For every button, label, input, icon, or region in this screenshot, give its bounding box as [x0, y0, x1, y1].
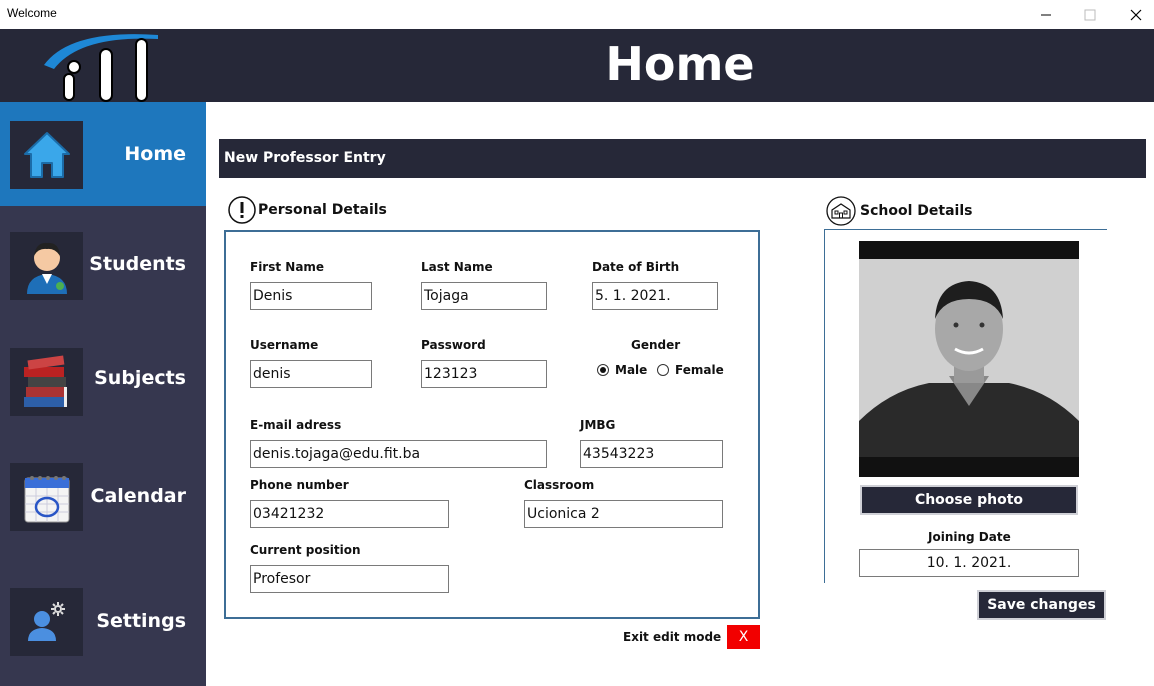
radio-selected-icon [597, 364, 609, 376]
close-icon [1130, 9, 1142, 20]
choose-photo-button[interactable]: Choose photo [860, 485, 1078, 515]
email-field[interactable]: denis.tojaga@edu.fit.ba [250, 440, 547, 468]
calendar-icon [10, 463, 83, 531]
section-header: New Professor Entry [219, 139, 1146, 178]
school-details-header: School Details [824, 196, 972, 226]
info-exclamation-icon [228, 196, 256, 224]
sidebar-item-calendar[interactable]: Calendar [0, 444, 206, 548]
sidebar-item-students[interactable]: Students [0, 216, 206, 320]
page-title: Home [605, 37, 755, 91]
last-name-label: Last Name [421, 260, 493, 274]
date-of-birth-picker[interactable]: 5. 1. 2021. [592, 282, 718, 310]
first-name-label: First Name [250, 260, 325, 274]
email-label: E-mail adress [250, 418, 342, 432]
sidebar-item-label: Students [89, 253, 186, 275]
fit-logo [44, 34, 158, 102]
joining-date-picker[interactable]: 10. 1. 2021. [859, 549, 1079, 577]
close-button[interactable] [1113, 0, 1154, 29]
jmbg-label: JMBG [580, 418, 616, 432]
personal-details-header: Personal Details [226, 196, 387, 224]
sidebar-item-settings[interactable]: Settings [0, 570, 206, 674]
profile-photo [859, 241, 1079, 477]
gender-male-radio[interactable]: Male [597, 363, 647, 377]
classroom-label: Classroom [524, 478, 595, 492]
phone-label: Phone number [250, 478, 349, 492]
sidebar-item-subjects[interactable]: Subjects [0, 330, 206, 434]
username-label: Username [250, 338, 319, 352]
classroom-field[interactable]: Ucionica 2 [524, 500, 723, 528]
sidebar-item-label: Subjects [94, 367, 186, 389]
phone-field[interactable]: 03421232 [250, 500, 449, 528]
password-field[interactable]: 123123 [421, 360, 547, 388]
student-avatar-icon [10, 232, 83, 300]
school-panel-border-left [824, 229, 825, 583]
password-label: Password [421, 338, 486, 352]
school-details-title: School Details [860, 203, 973, 219]
gender-female-radio[interactable]: Female [657, 363, 724, 377]
date-of-birth-label: Date of Birth [592, 260, 680, 274]
current-position-field[interactable]: Profesor [250, 565, 449, 593]
gender-male-label: Male [615, 363, 648, 377]
sidebar-item-label: Settings [96, 610, 186, 632]
jmbg-field[interactable]: 43543223 [580, 440, 723, 468]
minimize-icon [1041, 14, 1051, 15]
save-changes-button[interactable]: Save changes [977, 590, 1106, 620]
sidebar-item-home[interactable]: Home [0, 102, 206, 206]
joining-date-label: Joining Date [928, 530, 1011, 544]
personal-details-title: Personal Details [258, 202, 387, 218]
maximize-button[interactable] [1067, 0, 1113, 29]
first-name-field[interactable]: Denis [250, 282, 372, 310]
user-settings-icon [10, 588, 83, 656]
radio-unselected-icon [657, 364, 669, 376]
school-building-icon [826, 196, 856, 226]
exit-edit-mode-label: Exit edit mode [623, 630, 722, 644]
sidebar: Home Students Subjects Calendar Settings [0, 102, 206, 686]
home-icon [10, 121, 83, 189]
title-bar: Welcome [0, 0, 1154, 29]
last-name-field[interactable]: Tojaga [421, 282, 547, 310]
window-title: Welcome [7, 6, 57, 20]
books-icon [10, 348, 83, 416]
section-title: New Professor Entry [224, 150, 386, 166]
sidebar-item-label: Home [124, 143, 186, 165]
gender-female-label: Female [675, 363, 724, 377]
current-position-label: Current position [250, 543, 361, 557]
exit-edit-mode-button[interactable]: X [727, 625, 760, 649]
school-panel-border-top [824, 229, 1107, 230]
app-header: Home [0, 29, 1154, 102]
username-field[interactable]: denis [250, 360, 372, 388]
sidebar-item-label: Calendar [90, 485, 186, 507]
maximize-icon [1084, 9, 1096, 20]
gender-label: Gender [631, 338, 681, 352]
app-window: Welcome Home Home Students Subjects Cale… [0, 0, 1154, 686]
minimize-button[interactable] [1023, 0, 1069, 29]
